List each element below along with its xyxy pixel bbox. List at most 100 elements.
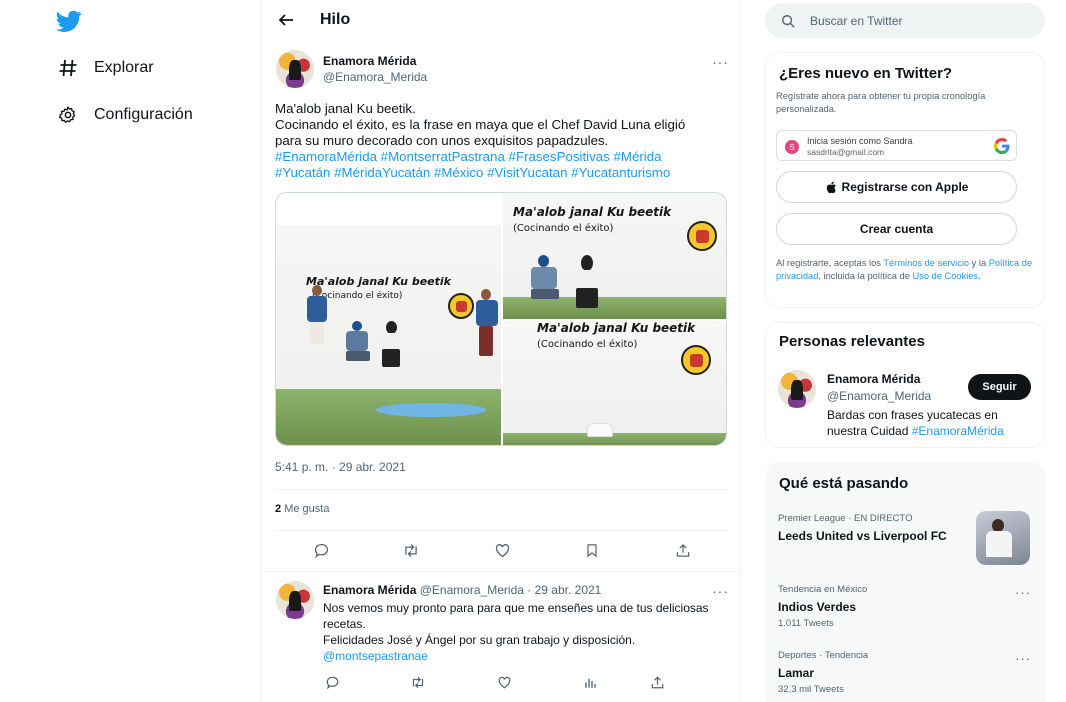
nav-item-explore[interactable]: Explorar: [56, 54, 154, 82]
tweet-timestamp[interactable]: 5:41 p. m. · 29 abr. 2021: [275, 460, 406, 474]
analytics-icon[interactable]: [580, 672, 600, 692]
relevant-handle[interactable]: @Enamora_Merida: [827, 389, 931, 403]
trends-title: Qué está pasando: [779, 475, 909, 492]
tweet-line: para su muro decorado con unos exquisito…: [275, 133, 609, 148]
like-icon[interactable]: [492, 540, 512, 560]
reply-text: Nos vemos muy pronto para para que me en…: [323, 600, 728, 664]
tweet-photo[interactable]: Ma'alob janal Ku beetik (Cocinando el éx…: [503, 321, 726, 445]
gear-icon: [56, 103, 80, 127]
trend-item[interactable]: Deportes · Tendencia Lamar 32,3 mil Twee…: [778, 650, 868, 695]
more-options-icon[interactable]: ···: [712, 54, 729, 70]
relevant-bio: Bardas con frases yucatecas en nuestra C…: [827, 407, 1032, 439]
hashtags[interactable]: #Yucatán #MéridaYucatán #México #VisitYu…: [275, 165, 720, 181]
nav-item-label: Explorar: [94, 59, 154, 76]
author-name[interactable]: Enamora Mérida: [323, 583, 416, 597]
likes-count[interactable]: 2 Me gusta: [275, 503, 329, 515]
follow-button[interactable]: Seguir: [968, 374, 1031, 400]
trend-item[interactable]: Tendencia en México Indios Verdes 1.011 …: [778, 584, 867, 629]
cookies-link[interactable]: Uso de Cookies: [912, 271, 978, 281]
page-title: Hilo: [320, 11, 351, 28]
author-handle[interactable]: @Enamora_Merida: [420, 583, 524, 597]
trend-name: Leeds United vs Liverpool FC: [778, 529, 947, 543]
tweet-text: Ma'alob janal Ku beetik. Cocinando el éx…: [275, 101, 720, 181]
apple-signup-label: Registrarse con Apple: [841, 180, 969, 194]
share-icon[interactable]: [647, 672, 667, 692]
tweet-line: Cocinando el éxito, es la frase en maya …: [275, 117, 686, 132]
legal-text-part: , incluida la política de: [818, 270, 913, 281]
signup-subtitle-line: Regístrate ahora para obtener tu propia …: [776, 91, 986, 101]
hash-icon: [56, 56, 80, 80]
signup-subtitle-line: personalizada.: [776, 103, 837, 114]
google-signin-label: Inicia sesión como Sandra: [807, 136, 913, 146]
retweet-icon[interactable]: [408, 672, 428, 692]
bio-line: nuestra Cuidad: [827, 424, 912, 438]
avatar[interactable]: [276, 581, 314, 619]
reply-icon[interactable]: [322, 672, 342, 692]
like-icon[interactable]: [494, 672, 514, 692]
nav-item-label: Configuración: [94, 106, 193, 123]
reply-icon[interactable]: [311, 540, 331, 560]
trend-name: Lamar: [778, 666, 815, 680]
divider: [275, 530, 728, 531]
trend-name: Indios Verdes: [778, 600, 857, 614]
trend-meta: Deportes · Tendencia: [778, 650, 869, 661]
trend-count: 1.011 Tweets: [778, 618, 834, 629]
legal-text-part: y la: [969, 258, 989, 268]
tweet-line: Ma'alob janal Ku beetik.: [275, 101, 416, 116]
back-arrow-icon[interactable]: [275, 9, 297, 31]
relevant-title: Personas relevantes: [779, 333, 925, 350]
trend-count: 32,3 mil Tweets: [778, 684, 844, 695]
signup-title: ¿Eres nuevo en Twitter?: [779, 65, 953, 82]
mural-text: Ma'alob janal Ku beetik: [306, 275, 451, 288]
trend-meta: Premier League · EN DIRECTO: [778, 513, 913, 524]
bio-hashtag[interactable]: #EnamoraMérida: [912, 424, 1004, 438]
reply-header: Enamora Mérida @Enamora_Merida · 29 abr.…: [323, 583, 601, 597]
bio-line: Bardas con frases yucatecas en: [827, 408, 998, 422]
trend-thumbnail[interactable]: [976, 511, 1030, 565]
avatar[interactable]: [778, 370, 816, 408]
twitter-logo-icon[interactable]: [56, 8, 82, 34]
more-options-icon[interactable]: ···: [712, 583, 729, 599]
search-bar[interactable]: [765, 3, 1045, 38]
author-name[interactable]: Enamora Mérida: [323, 54, 416, 68]
relevant-name[interactable]: Enamora Mérida: [827, 372, 920, 386]
tweet-media-grid: Ma'alob janal Ku beetik (Cocinando el éx…: [275, 192, 727, 446]
mural-text: Ma'alob janal Ku beetik: [513, 205, 672, 219]
mural-text: Ma'alob janal Ku beetik: [537, 321, 696, 335]
account-initial-icon: S: [785, 140, 799, 154]
nav-item-settings[interactable]: Configuración: [56, 101, 193, 129]
retweet-icon[interactable]: [401, 540, 421, 560]
apple-signup-button[interactable]: Registrarse con Apple: [776, 171, 1017, 203]
trend-item[interactable]: Premier League · EN DIRECTO Leeds United…: [778, 513, 947, 543]
apple-logo-icon: [825, 181, 837, 194]
likes-label: Me gusta: [284, 503, 330, 515]
likes-number: 2: [275, 503, 282, 515]
divider: [262, 571, 740, 572]
google-logo-icon: [994, 138, 1010, 154]
hashtags[interactable]: #EnamoraMérida #MontserratPastrana #Fras…: [275, 149, 720, 165]
bookmark-icon[interactable]: [582, 540, 602, 560]
mural-subtext: (Cocinando el éxito): [513, 223, 614, 234]
create-account-button[interactable]: Crear cuenta: [776, 213, 1017, 245]
share-icon[interactable]: [673, 540, 693, 560]
terms-link[interactable]: Términos de servicio: [883, 258, 969, 268]
signup-card: ¿Eres nuevo en Twitter? Regístrate ahora…: [765, 52, 1045, 308]
more-options-icon[interactable]: ···: [1015, 651, 1031, 666]
more-options-icon[interactable]: ···: [1015, 585, 1031, 600]
author-handle[interactable]: @Enamora_Merida: [323, 70, 427, 84]
reply-date[interactable]: · 29 abr. 2021: [527, 583, 601, 597]
search-icon: [780, 13, 796, 29]
mention-link[interactable]: @montsepastranae: [323, 648, 728, 664]
reply-line: Nos vemos muy pronto para para que me en…: [323, 601, 709, 615]
thread-column: Hilo Enamora Mérida @Enamora_Merida ··· …: [261, 0, 741, 702]
divider: [275, 489, 728, 490]
tweet-photo[interactable]: Ma'alob janal Ku beetik (Cocinando el éx…: [503, 193, 726, 319]
left-navigation: Explorar Configuración: [0, 0, 262, 702]
search-input[interactable]: [810, 13, 1010, 28]
mural-subtext: (Cocinando el éxito): [537, 339, 638, 350]
tweet-photo[interactable]: Ma'alob janal Ku beetik (Cocinando el éx…: [276, 193, 501, 445]
legal-text-part: .: [978, 270, 981, 281]
avatar[interactable]: [276, 50, 314, 88]
google-signin-button[interactable]: S Inicia sesión como Sandra sasdrita@gma…: [776, 130, 1017, 161]
trend-meta: Tendencia en México: [778, 584, 868, 595]
